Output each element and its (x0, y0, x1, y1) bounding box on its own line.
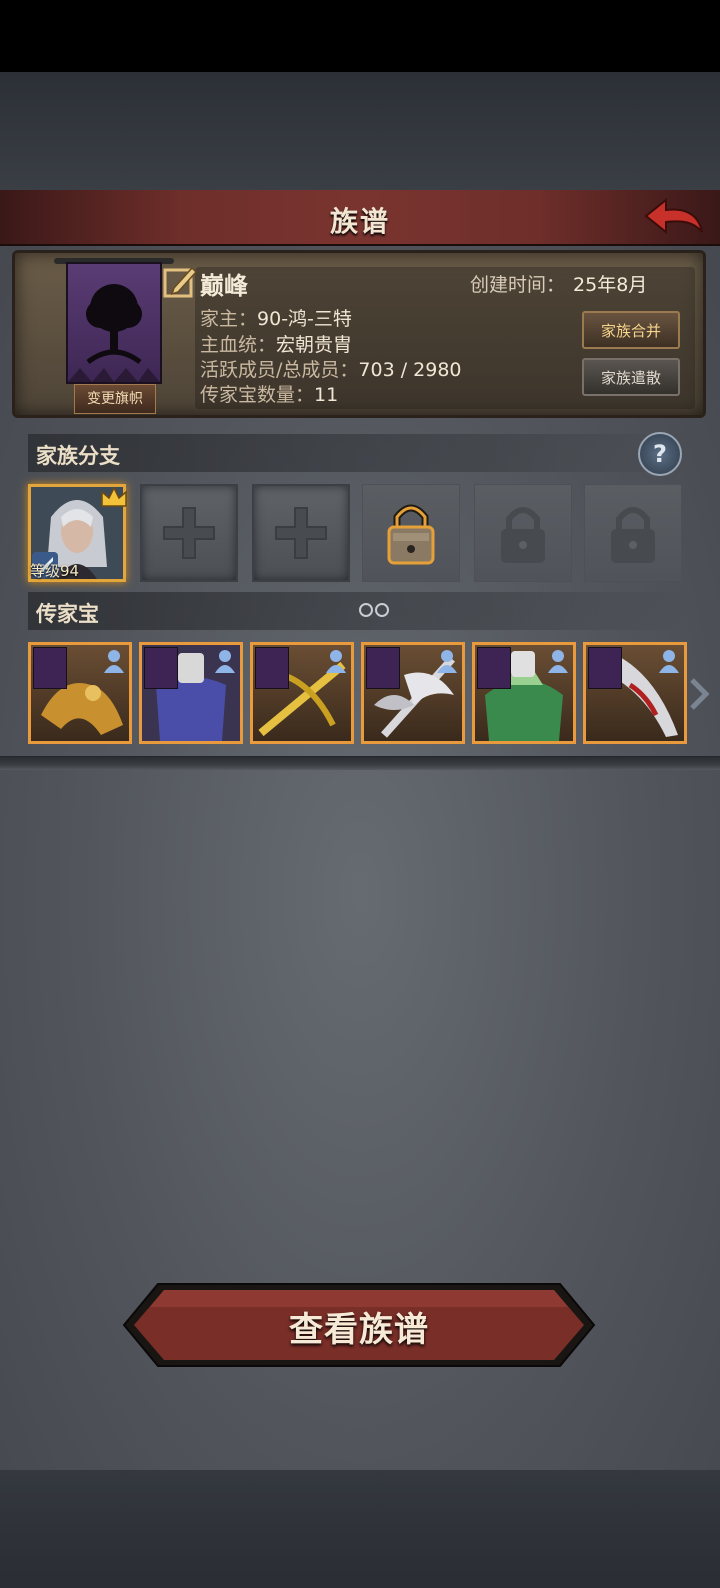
created-time: 创建时间： 25年8月 (470, 270, 647, 297)
banner-flag-icon (477, 647, 511, 689)
bloodline-label: 主血统： (200, 334, 277, 356)
section-divider (0, 756, 720, 770)
members-label: 活跃成员/总成员： (200, 359, 359, 381)
members-value: 703 / 2980 (358, 359, 462, 381)
family-banner (66, 262, 162, 384)
person-icon (437, 650, 457, 673)
created-value: 25年8月 (573, 274, 648, 296)
cross-icon (163, 507, 215, 559)
person-icon (659, 650, 679, 673)
leader-label: 家主： (200, 308, 258, 330)
branches-title: 家族分支 (36, 444, 120, 468)
heirloom-item-2[interactable] (139, 642, 243, 744)
heirloom-count-line: 传家宝数量：11 (200, 380, 338, 407)
back-arrow-icon[interactable] (642, 196, 706, 240)
leader-line: 家主：90-鸿-三特 (200, 304, 352, 331)
background-top (0, 72, 720, 190)
background-bottom (0, 1470, 720, 1588)
cross-icon (275, 507, 327, 559)
bloodline-line: 主血统：宏朝贵胄 (200, 330, 352, 357)
heirloom-item-5[interactable] (472, 642, 576, 744)
banner-flag-icon (588, 647, 622, 689)
view-family-tree-label: 查看族谱 (289, 1310, 429, 1350)
heirloom-count-label: 传家宝数量： (200, 384, 315, 406)
heirloom-item-6[interactable] (583, 642, 687, 744)
heirloom-item-1[interactable] (28, 642, 132, 744)
leader-value: 90-鸿-三特 (257, 308, 352, 330)
family-dissolve-button[interactable]: 家族遣散 (582, 358, 680, 396)
page-dots-icon (359, 603, 389, 617)
banner-flag-icon (144, 647, 178, 689)
page-title: 族谱 (329, 205, 390, 238)
person-icon (104, 650, 124, 673)
gold-lock-icon (387, 504, 435, 565)
change-flag-button[interactable]: 变更旗帜 (74, 384, 156, 414)
branches-section-header: 家族分支 (28, 434, 688, 472)
view-family-tree-button[interactable]: 查看族谱 (122, 1280, 596, 1370)
crown-icon (101, 486, 127, 507)
banner-flag-icon (33, 647, 67, 689)
members-line: 活跃成员/总成员：703 / 2980 (200, 355, 462, 382)
person-icon (548, 650, 568, 673)
created-label: 创建时间： (470, 274, 566, 296)
edit-name-icon[interactable] (162, 264, 198, 300)
branch-slot-empty-1[interactable] (140, 484, 238, 582)
branch-slot-lock-gold[interactable] (362, 484, 460, 582)
chevron-right-icon[interactable] (684, 672, 714, 716)
bloodline-value: 宏朝贵胄 (276, 334, 353, 356)
member-level: 等级94 (30, 562, 80, 580)
branch-slot-lock-2[interactable] (584, 484, 682, 582)
person-icon (326, 650, 346, 673)
lock-icon (501, 507, 545, 563)
heirlooms-title: 传家宝 (36, 602, 99, 626)
banner-flag-icon (255, 647, 289, 689)
family-name: 巅峰 (200, 272, 248, 300)
lock-icon (611, 507, 655, 563)
status-bar-area (0, 0, 720, 72)
banner-flag-icon (366, 647, 400, 689)
family-merge-button[interactable]: 家族合并 (582, 311, 680, 349)
title-bar: 族谱 (0, 190, 720, 246)
branch-slot-empty-2[interactable] (252, 484, 350, 582)
tree-emblem-icon (68, 284, 160, 382)
person-icon (215, 650, 235, 673)
heirloom-item-4[interactable] (361, 642, 465, 744)
help-icon[interactable]: ? (638, 432, 682, 476)
heirloom-item-3[interactable] (250, 642, 354, 744)
branch-slot-lock-1[interactable] (474, 484, 572, 582)
heirloom-count-value: 11 (314, 384, 339, 406)
